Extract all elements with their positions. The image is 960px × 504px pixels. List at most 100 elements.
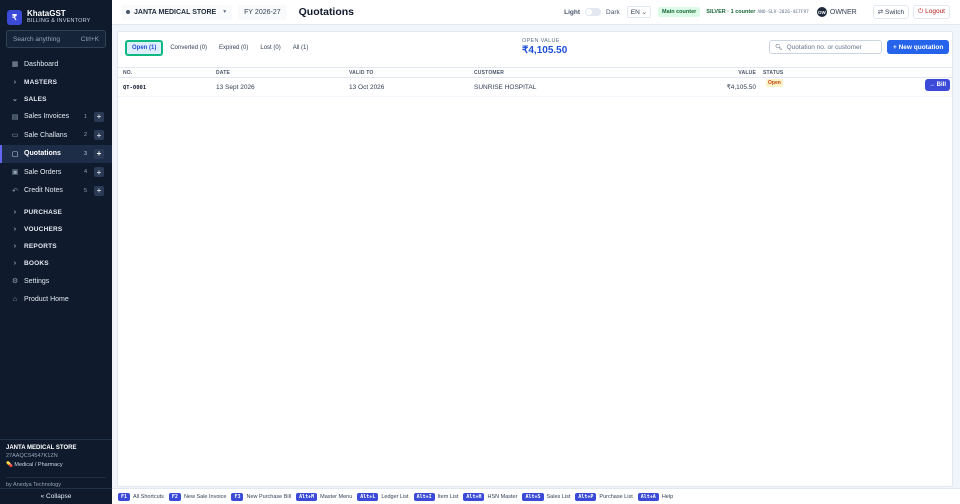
col-valid-to[interactable]: VALID TO [349,68,373,78]
tab-lost[interactable]: Lost (0) [255,42,285,54]
sidebar-section-label: BOOKS [24,260,49,267]
footer-credit: by Anedya Technology [6,477,106,488]
sidebar-item-count: 4 [83,169,87,176]
global-search-input[interactable]: Search anything Ctrl+K [6,30,106,48]
status-badge: Open [766,79,783,87]
sidebar-item-product-home[interactable]: ⌂ Product Home [0,291,112,310]
sidebar-item-credit-notes[interactable]: ↶ Credit Notes 5 + [0,182,112,201]
shortcut-all[interactable]: F1 All Shortcuts [118,492,164,501]
col-customer[interactable]: CUSTOMER [474,68,504,78]
dashboard-icon: ▦ [11,61,19,69]
table-row[interactable]: QT-0001 13 Sept 2026 13 Oct 2026 SUNRISE… [118,79,952,97]
sidebar-item-sales-invoices[interactable]: ▤ Sales Invoices 1 + [0,108,112,127]
sidebar-section-purchase[interactable]: › PURCHASE [0,204,112,221]
col-status[interactable]: STATUS [763,68,783,78]
collapse-sidebar-button[interactable]: « Collapse [0,488,112,504]
sidebar-item-label: Product Home [24,296,69,304]
col-value[interactable]: VALUE [678,68,756,78]
open-value-amount: ₹4,105.50 [522,45,568,56]
logout-label: Logout [925,8,945,15]
sidebar-section-label: MASTERS [24,78,58,86]
logout-button[interactable]: ⏻ Logout [913,5,950,19]
col-no[interactable]: NO. [123,68,133,78]
shortcut-key: F3 [231,492,244,501]
shortcut-sales-list[interactable]: Alt+S Sales List [522,492,570,501]
language-select[interactable]: EN ⌄ [626,6,652,18]
quotations-panel: Open (1) Converted (0) Expired (0) Lost … [117,31,953,487]
shortcut-new-sale-invoice[interactable]: F2 New Sale Invoice [168,492,226,501]
sidebar-section-masters[interactable]: › MASTERS [0,74,112,91]
new-quotation-button[interactable]: + New quotation [887,40,950,54]
chevron-down-icon: ⌄ [641,9,648,16]
status-tabs: Open (1) Converted (0) Expired (0) Lost … [125,40,315,56]
sidebar-item-label: Settings [24,277,50,285]
shortcut-new-purchase-bill[interactable]: F3 New Purchase Bill [231,492,292,501]
quotation-valid-to: 13 Oct 2026 [349,84,385,91]
sidebar-item-label: Sales Invoices [24,113,70,121]
counter-badge[interactable]: Main counter [658,7,701,17]
tab-expired[interactable]: Expired (0) [214,42,253,54]
shortcut-item-list[interactable]: Alt+I Item List [413,492,459,501]
theme-toggle[interactable] [585,8,602,16]
sidebar-section-label: VOUCHERS [24,226,63,233]
shortcut-help[interactable]: Alt+A Help [637,492,674,501]
shortcut-purchase-list[interactable]: Alt+P Purchase List [575,492,633,501]
chevron-down-icon: ▼ [222,9,228,15]
quotation-number[interactable]: QT-0001 [123,79,146,97]
chevron-right-icon: › [13,209,17,216]
quotation-customer: SUNRISE HOSPITAL [474,84,537,91]
quotation-search-input[interactable]: 🔍︎ Quotation no. or customer [769,40,882,54]
tab-converted[interactable]: Converted (0) [165,42,212,54]
home-icon: ⌂ [12,296,18,304]
shortcut-label: Item List [437,493,459,500]
sidebar-item-settings[interactable]: ⚙ Settings [0,272,112,291]
sidebar-footer: JANTA MEDICAL STORE 27AAQCS4547K1ZN 💊 Me… [0,439,112,488]
tab-all[interactable]: All (1) [288,42,314,54]
pill-icon: 💊 [6,462,13,468]
sidebar-section-label: PURCHASE [24,209,63,216]
fy-selector[interactable]: FY 2026-27 [238,4,287,20]
shortcut-label: New Purchase Bill [246,493,292,500]
search-icon: 🔍︎ [775,44,783,51]
quotation-icon: ▢ [11,150,19,158]
add-credit-note-button[interactable]: + [94,185,104,196]
shortcut-label: Help [661,493,674,500]
sidebar-item-count: 2 [83,132,87,139]
sidebar-item-quotations[interactable]: ▢ Quotations 3 + [0,144,112,163]
sidebar-section-sales[interactable]: ⌄ SALES [0,91,112,108]
search-shortcut: Ctrl+K [80,35,99,43]
brand[interactable]: ₹ KhataGST BILLING & INVENTORY [0,0,112,26]
store-dot-icon [126,10,130,14]
add-sale-challan-button[interactable]: + [94,130,104,141]
chevron-right-icon: › [13,78,17,86]
shortcut-master-menu[interactable]: Alt+M Master Menu [296,492,352,501]
theme-dark-label[interactable]: Dark [606,9,620,16]
sidebar-item-sale-orders[interactable]: ▣ Sale Orders 4 + [0,163,112,182]
sidebar-item-label: Dashboard [24,60,59,68]
add-sales-invoice-button[interactable]: + [94,111,104,122]
tab-open[interactable]: Open (1) [125,40,164,56]
avatar[interactable]: OW [816,7,827,17]
sidebar-item-dashboard[interactable]: ▦ Dashboard [0,55,112,74]
shortcut-ledger-list[interactable]: Alt+L Ledger List [357,492,409,501]
add-sale-order-button[interactable]: + [94,167,104,178]
convert-to-bill-button[interactable]: → Bill [925,79,951,91]
user-role: OWNER [829,8,857,16]
search-placeholder: Search anything [13,35,60,43]
shortcut-key: Alt+P [575,492,597,501]
sidebar-section-books[interactable]: › BOOKS [0,255,112,272]
col-date[interactable]: DATE [216,68,230,78]
shortcut-hsn-master[interactable]: Alt+H HSN Master [463,492,517,501]
sidebar-item-count: 1 [83,113,87,120]
challan-icon: ▭ [11,132,19,140]
footer-business-type: 💊 Medical / Pharmacy [6,462,106,468]
add-quotation-button[interactable]: + [94,148,104,159]
sidebar-item-count: 5 [83,187,87,194]
sidebar-section-reports[interactable]: › REPORTS [0,238,112,255]
sidebar-section-vouchers[interactable]: › VOUCHERS [0,221,112,238]
theme-light-label[interactable]: Light [564,9,580,16]
store-selector[interactable]: JANTA MEDICAL STORE ▼ [121,4,233,20]
switch-button[interactable]: ⇄ Switch [872,5,910,19]
chevron-down-icon: ⌄ [11,96,19,103]
sidebar-item-sale-challans[interactable]: ▭ Sale Challans 2 + [0,126,112,145]
